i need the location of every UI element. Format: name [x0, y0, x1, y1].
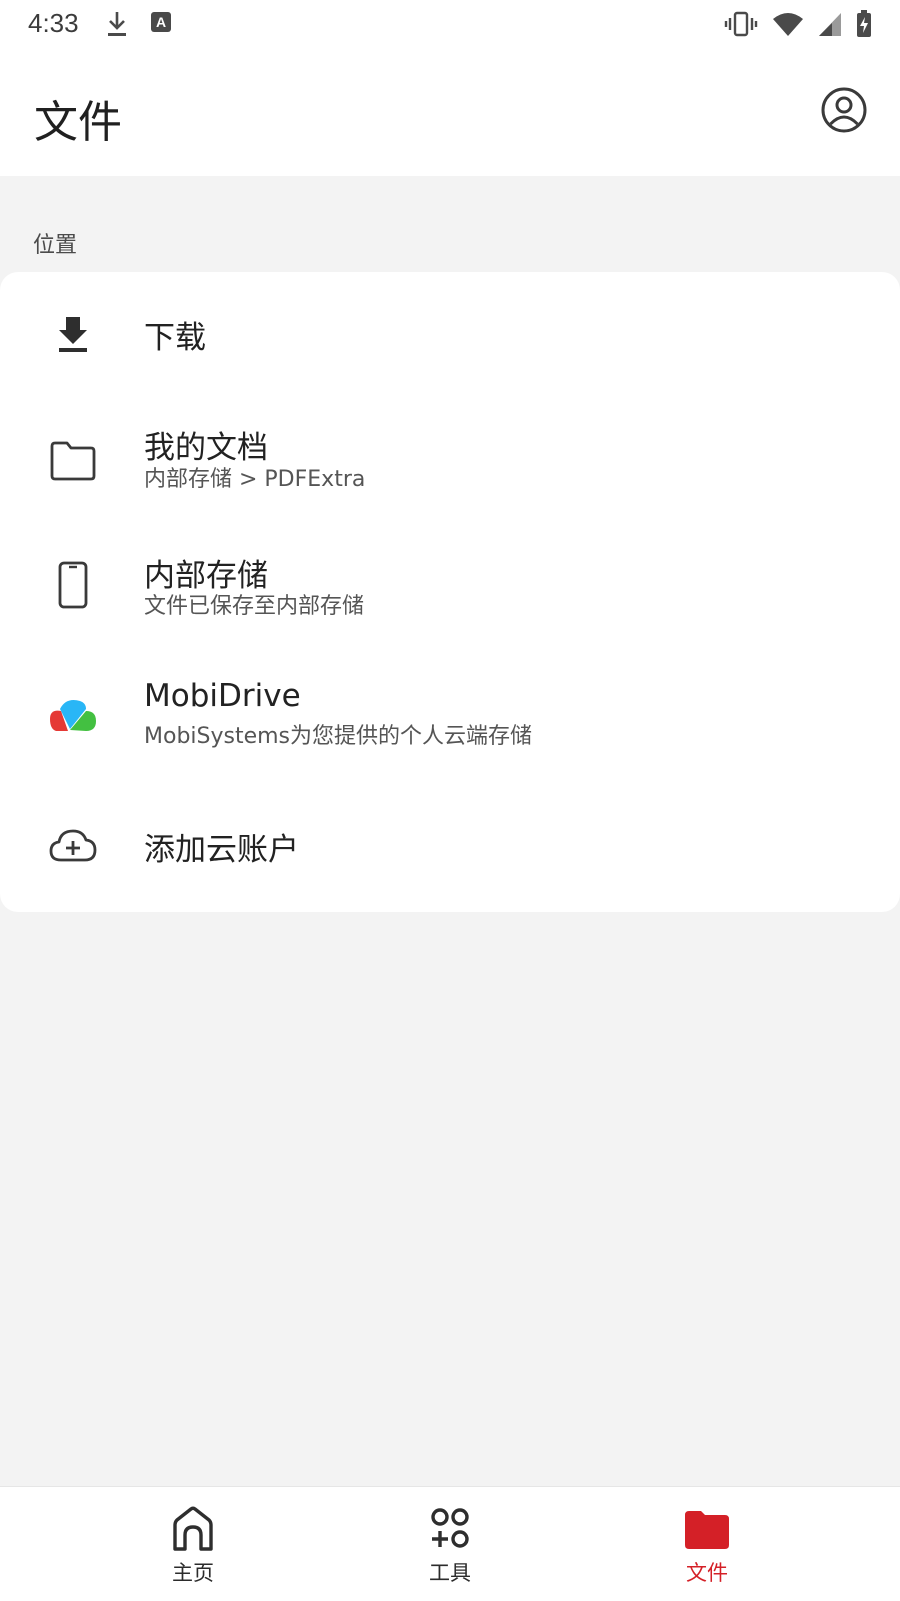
location-item-internal-storage[interactable]: 内部存储 文件已保存至内部存储 [0, 528, 900, 656]
status-bar: 4:33 A [0, 0, 900, 50]
status-system-icons [724, 10, 872, 38]
location-item-mobidrive[interactable]: MobiDrive MobiSystems为您提供的个人云端存储 [0, 656, 900, 784]
location-title: 下载 [144, 320, 206, 356]
cloud-add-icon [46, 818, 100, 872]
status-notification-icons: A [106, 10, 172, 38]
nav-tab-home[interactable]: 主页 [113, 1487, 273, 1601]
folder-filled-icon [685, 1511, 729, 1549]
nav-tab-files[interactable]: 文件 [627, 1487, 787, 1601]
folder-icon [46, 434, 100, 488]
location-title: 添加云账户 [144, 832, 299, 868]
locations-card: 下载 我的文档 内部存储 > PDFExtra 内部存储 文件已保存至内部存储 [0, 272, 900, 912]
home-icon [173, 1506, 213, 1551]
location-subtitle: MobiSystems为您提供的个人云端存储 [144, 724, 533, 749]
section-label-locations: 位置 [33, 233, 78, 258]
location-item-add-cloud-account[interactable]: 添加云账户 [0, 784, 900, 912]
nav-label: 工具 [429, 1561, 471, 1585]
battery-charging-icon [857, 10, 871, 37]
mobidrive-logo-icon [46, 688, 100, 742]
vibrate-icon [724, 11, 758, 37]
account-button[interactable] [820, 86, 868, 134]
location-item-downloads[interactable]: 下载 [0, 272, 900, 400]
page-title: 文件 [34, 97, 122, 148]
phone-icon [46, 558, 100, 612]
location-item-my-documents[interactable]: 我的文档 内部存储 > PDFExtra [0, 400, 900, 528]
download-icon [108, 12, 126, 36]
bottom-nav: 主页 工具 文件 [0, 1486, 900, 1601]
wifi-icon [773, 13, 803, 36]
nav-tab-tools[interactable]: 工具 [370, 1487, 530, 1601]
location-subtitle: 文件已保存至内部存储 [144, 594, 365, 619]
location-subtitle: 内部存储 > PDFExtra [144, 467, 366, 492]
app-bar: 文件 [0, 50, 900, 176]
account-circle-icon [821, 87, 867, 133]
download-icon [46, 308, 100, 362]
nav-label: 文件 [686, 1561, 728, 1585]
signal-icon [819, 13, 841, 36]
location-title: MobiDrive [144, 678, 301, 714]
status-time: 4:33 [28, 8, 79, 38]
svg-text:A: A [156, 14, 166, 30]
keyboard-a-icon: A [151, 12, 171, 32]
nav-label: 主页 [172, 1561, 214, 1585]
tools-icon [431, 1508, 469, 1548]
